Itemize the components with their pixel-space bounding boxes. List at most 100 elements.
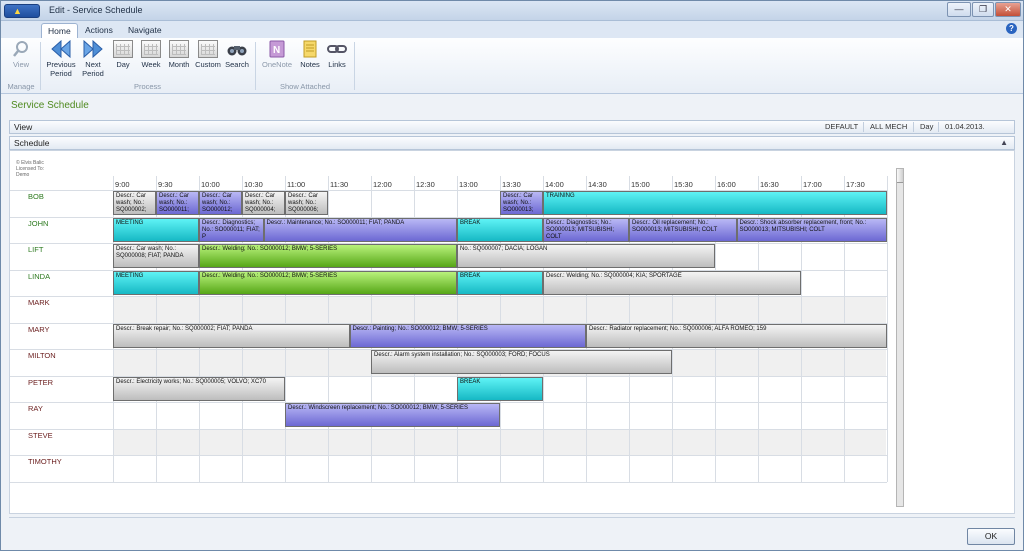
view-fasttab-header[interactable]: View DEFAULT ALL MECH Day 01.04.2013. [9, 120, 1015, 134]
window-title: Edit - Service Schedule [49, 5, 143, 15]
booking-bar[interactable]: Descr.: Electricity works; No.: SQ000005… [113, 376, 285, 401]
view-field-default: DEFAULT [825, 122, 859, 131]
schedule-grid: 9:00 9:30 10:00 10:30 11:00 11:30 12:00 12:30 13… [10, 151, 890, 509]
booking-bar[interactable]: Descr.: Car wash; No.: SO000013; [500, 191, 543, 215]
booking-bar[interactable]: TRAINING [543, 191, 887, 215]
previous-period-button[interactable]: Previous Period [45, 39, 77, 78]
booking-bar[interactable]: BREAK [457, 376, 543, 401]
booking-bar[interactable]: Descr.: Painting; No.: SO000012; BMW; 5-… [349, 323, 586, 348]
time-header: 11:30 [330, 180, 349, 189]
time-header: 13:00 [459, 180, 478, 189]
maximize-button[interactable]: ❐ [972, 2, 994, 17]
week-button[interactable]: Week [138, 40, 164, 70]
time-header: 17:30 [846, 180, 865, 189]
booking-bar[interactable]: Descr.: Car wash; No.: SQ000004; [242, 191, 285, 215]
scrollbar-thumb[interactable] [897, 169, 903, 183]
search-label: Search [225, 60, 249, 69]
resource-name: MARK [28, 298, 50, 307]
time-header: 15:30 [674, 180, 693, 189]
booking-bar[interactable]: Descr.: Welding; No.: SO000012; BMW; 5-S… [199, 270, 457, 295]
minimize-button[interactable]: — [947, 2, 971, 17]
month-label: Month [168, 60, 190, 69]
day-label: Day [116, 60, 130, 69]
view-field-day: Day [920, 122, 934, 131]
vertical-scrollbar[interactable] [896, 168, 904, 507]
view-button[interactable]: View [7, 40, 35, 70]
resource-name: TIMOTHY [28, 457, 62, 466]
resource-name: LIFT [28, 245, 44, 254]
booking-bar[interactable]: MEETING [113, 217, 199, 242]
booking-bar[interactable]: Descr.: Welding; No.: SQ000004; KIA; SPO… [543, 270, 801, 295]
schedule-fasttab-header[interactable]: Schedule ▲ [9, 136, 1015, 150]
booking-bar[interactable]: Descr.: Car wash; No.: SQ000006; [285, 191, 328, 215]
booking-bar[interactable]: Descr.: Car wash; No.: SO000012; [199, 191, 242, 215]
notes-button[interactable]: Notes [297, 40, 323, 70]
time-header: 9:00 [115, 180, 130, 189]
application-menu-button[interactable]: ▲ [4, 4, 40, 18]
close-button[interactable]: ✕ [995, 2, 1021, 17]
booking-bar[interactable]: BREAK [457, 217, 543, 242]
booking-bar[interactable]: Descr.: Windscreen replacement; No.: SO0… [285, 403, 500, 427]
booking-bar[interactable]: Descr.: Diagnostics; No.: SO000013; MITS… [543, 217, 629, 242]
custom-button[interactable]: Custom [194, 40, 222, 70]
next-period-label: Next Period [82, 60, 104, 78]
calendar-week-icon [141, 40, 161, 58]
tab-actions[interactable]: Actions [79, 23, 119, 38]
ok-button[interactable]: OK [967, 528, 1015, 545]
next-period-button[interactable]: Next Period [79, 39, 107, 78]
resource-name: JOHN [28, 218, 49, 228]
booking-bar[interactable]: BREAK [457, 270, 543, 295]
app-logo-icon: ▲ [13, 6, 22, 16]
booking-bar[interactable]: Descr.: Alarm system installation; No.: … [371, 350, 672, 374]
booking-bar[interactable]: Descr.: Car wash; No.: SQ000002; [113, 191, 156, 215]
grid-row-line [10, 296, 887, 297]
week-label: Week [141, 60, 161, 69]
group-manage-label: Manage [7, 82, 35, 91]
grid-row-line [10, 428, 887, 430]
booking-bar[interactable]: Descr.: Shock absorber replacement, fron… [736, 217, 887, 242]
time-header: 16:30 [760, 180, 779, 189]
schedule-fasttab-label: Schedule [14, 138, 50, 148]
svg-text:N: N [273, 45, 280, 56]
booking-bar[interactable]: Descr.: Car wash; No.: SO000011; [156, 191, 199, 215]
tab-navigate[interactable]: Navigate [122, 23, 168, 38]
field-divider [913, 122, 914, 132]
booking-bar[interactable]: MEETING [113, 270, 199, 295]
time-header: 10:30 [244, 180, 263, 189]
resource-name: PETER [28, 377, 54, 387]
booking-bar[interactable]: No.: SQ000007; DACIA; LOGAN [457, 244, 715, 268]
magnifier-icon [11, 40, 31, 58]
ribbon: View Manage Previous Period Next Period … [1, 38, 1023, 94]
day-button[interactable]: Day [111, 40, 135, 70]
help-icon[interactable]: ? [1006, 23, 1017, 34]
booking-bar[interactable]: Descr.: Maintenance; No.: SO000011; FIAT… [263, 217, 457, 242]
time-header: 17:00 [803, 180, 822, 189]
search-button[interactable]: Search [224, 40, 250, 70]
double-right-arrow-icon [83, 39, 103, 59]
grid-row-line [10, 455, 887, 456]
field-divider [938, 122, 939, 132]
booking-bar[interactable]: Descr.: Break repair; No.: SQ000002; FIA… [113, 323, 350, 348]
booking-bar[interactable]: Descr.: Car wash; No.: SQ000008; FIAT; P… [113, 244, 199, 268]
custom-label: Custom [195, 60, 221, 69]
group-separator [354, 42, 355, 90]
previous-period-label: Previous Period [46, 60, 76, 78]
grid-column-line [887, 176, 888, 482]
month-button[interactable]: Month [166, 40, 192, 70]
calendar-day-icon [113, 40, 133, 58]
schedule-panel: © Elvis Balic Licensed To: Demo 9:00 9:30… [9, 150, 1015, 514]
booking-bar[interactable]: Descr.: Welding; No.: SO000012; BMW; 5-S… [199, 244, 457, 268]
time-header: 10:00 [201, 180, 220, 189]
view-label: View [12, 60, 30, 69]
chevron-up-icon[interactable]: ▲ [1000, 137, 1008, 149]
onenote-button[interactable]: N OneNote [259, 40, 295, 70]
notes-icon [300, 40, 320, 58]
booking-bar[interactable]: Descr.: Diagnostics; No.: SO000011; FIAT… [199, 217, 264, 242]
resource-name: LINDA [28, 271, 51, 281]
links-button[interactable]: Links [325, 40, 349, 70]
tab-home[interactable]: Home [41, 23, 78, 38]
time-header: 14:30 [588, 180, 607, 189]
booking-bar[interactable]: Descr.: Oil replacement; No.: SO000013; … [629, 217, 737, 242]
booking-bar[interactable]: Descr.: Radiator replacement; No.: SQ000… [586, 323, 887, 348]
title-bar: ▲ Edit - Service Schedule — ❐ ✕ [1, 1, 1023, 21]
